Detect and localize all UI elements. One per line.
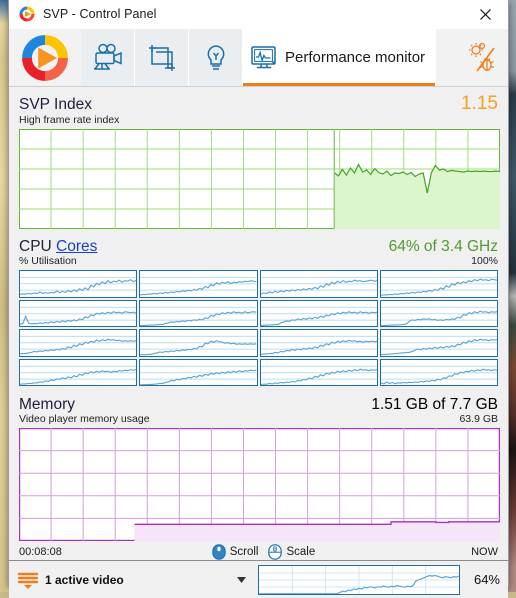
mouse-scroll-icon	[212, 544, 226, 560]
crop-tool-icon	[147, 43, 177, 73]
svp-index-section: SVP Index 1.15 High frame rate index	[9, 87, 508, 229]
memory-graph[interactable]	[19, 428, 498, 541]
cpu-core-cell[interactable]	[380, 329, 498, 357]
status-cpu-mini-graph[interactable]	[258, 565, 460, 595]
tab-video[interactable]	[81, 29, 135, 86]
cpu-header: CPU Cores 64% of 3.4 GHz	[19, 232, 498, 256]
memory-subheader: Video player memory usage 63.9 GB	[19, 413, 498, 425]
cpu-title: CPU Cores	[19, 238, 97, 256]
active-video-stack-icon	[17, 570, 39, 590]
cpu-core-cell[interactable]	[139, 270, 257, 298]
cpu-core-cell[interactable]	[19, 300, 137, 328]
svp-logo-large-icon	[9, 29, 81, 86]
cpu-core-cell[interactable]	[19, 329, 137, 357]
cpu-core-cell[interactable]	[380, 270, 498, 298]
cpu-core-cell[interactable]	[19, 359, 137, 387]
svp-index-title: SVP Index	[19, 96, 92, 114]
svp-index-value: 1.15	[461, 93, 498, 115]
tab-debug[interactable]	[456, 29, 508, 86]
cpu-section: CPU Cores 64% of 3.4 GHz % Utilisation 1…	[9, 232, 508, 386]
chevron-down-icon[interactable]	[237, 577, 246, 583]
cpu-core-cell[interactable]	[380, 359, 498, 387]
cpu-core-cell[interactable]	[260, 329, 378, 357]
close-icon	[480, 9, 491, 20]
memory-time-start: 00:08:08	[19, 546, 62, 558]
lightbulb-icon	[203, 43, 229, 73]
movie-camera-icon	[91, 43, 125, 73]
cpu-core-cell[interactable]	[139, 300, 257, 328]
memory-scale-max: 63.9 GB	[459, 413, 498, 425]
memory-value: 1.51 GB of 7.7 GB	[371, 396, 498, 414]
cpu-core-cell[interactable]	[260, 270, 378, 298]
active-video-label: 1 active video	[45, 573, 124, 587]
tab-strip: Performance monitor	[9, 29, 508, 87]
tab-crop[interactable]	[135, 29, 189, 86]
cpu-subheader: % Utilisation 100%	[19, 255, 498, 267]
mouse-scale-icon	[268, 544, 282, 560]
status-bar: 1 active video 64%	[9, 560, 508, 598]
close-button[interactable]	[463, 0, 508, 29]
svp-control-panel-window: SVP - Control Panel	[8, 0, 509, 586]
graph-hints: Scroll Scale	[212, 544, 322, 560]
memory-header: Memory 1.51 GB of 7.7 GB	[19, 390, 498, 414]
performance-monitor-content: SVP Index 1.15 High frame rate index CPU…	[9, 87, 508, 560]
window-title: SVP - Control Panel	[43, 7, 157, 21]
status-cpu-percent: 64%	[474, 572, 500, 587]
cpu-core-cell[interactable]	[260, 359, 378, 387]
monitor-waveform-icon	[249, 43, 279, 73]
title-bar: SVP - Control Panel	[9, 0, 508, 29]
cpu-cores-link[interactable]: Cores	[56, 238, 97, 255]
cpu-title-text: CPU	[19, 238, 52, 255]
cpu-core-cell[interactable]	[260, 300, 378, 328]
cpu-core-cell[interactable]	[139, 359, 257, 387]
memory-graph-footer: 00:08:08 Scroll	[9, 541, 508, 560]
memory-section: Memory 1.51 GB of 7.7 GB Video player me…	[9, 390, 508, 541]
memory-time-end: NOW	[471, 546, 498, 558]
hint-scale-label: Scale	[286, 546, 315, 558]
cpu-core-grid[interactable]	[19, 270, 498, 386]
gears-bug-icon	[465, 42, 499, 74]
svp-index-subheader: High frame rate index	[19, 114, 498, 126]
cpu-core-cell[interactable]	[380, 300, 498, 328]
cpu-value: 64% of 3.4 GHz	[389, 238, 498, 256]
cpu-subtitle: % Utilisation	[19, 255, 77, 267]
memory-subtitle: Video player memory usage	[19, 413, 150, 425]
cpu-scale-max: 100%	[471, 255, 498, 267]
tab-tips[interactable]	[189, 29, 243, 86]
cpu-core-cell[interactable]	[19, 270, 137, 298]
tab-performance-monitor[interactable]: Performance monitor	[243, 29, 436, 86]
hint-scroll-label: Scroll	[230, 546, 259, 558]
svp-index-header: SVP Index 1.15	[19, 87, 498, 115]
tab-label-performance-monitor: Performance monitor	[285, 49, 425, 66]
memory-title: Memory	[19, 396, 75, 414]
cpu-core-cell[interactable]	[139, 329, 257, 357]
svp-index-graph[interactable]	[19, 129, 498, 229]
svp-logo-icon	[19, 6, 35, 22]
svp-index-subtitle: High frame rate index	[19, 114, 119, 126]
